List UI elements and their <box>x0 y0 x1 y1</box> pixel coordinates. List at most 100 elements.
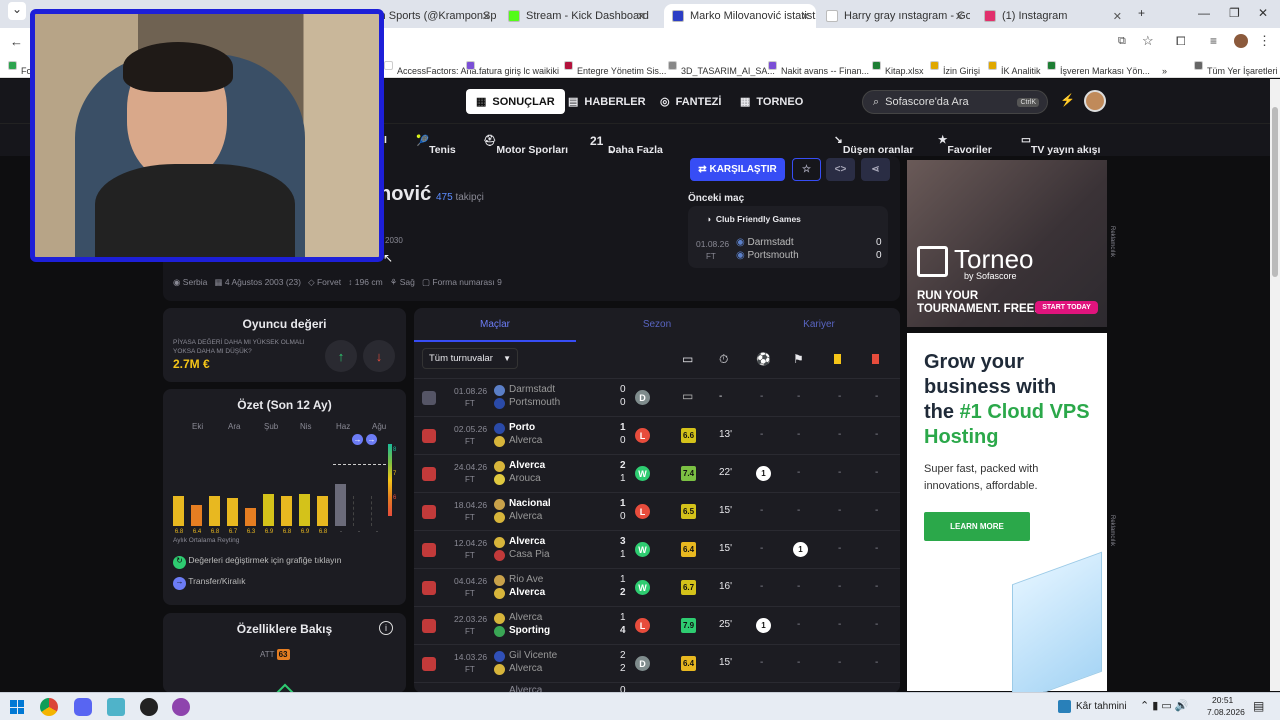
embed-code-button[interactable]: <> <box>826 158 855 181</box>
nav-dropping-odds[interactable]: ↘ Düşen oranlar <box>834 134 913 156</box>
value-up-button[interactable]: ↑ <box>325 340 357 372</box>
favorite-star-button[interactable]: ☆ <box>792 158 821 181</box>
share-button[interactable]: ⋖ <box>861 158 890 181</box>
new-tab-button[interactable]: + <box>1138 6 1145 20</box>
tab-close-icon[interactable]: ✕ <box>1113 10 1122 23</box>
bookmark-item[interactable]: İşveren Markası Yön... <box>1047 61 1150 76</box>
tab-close-icon[interactable]: ✕ <box>482 10 491 23</box>
rating-bar[interactable] <box>245 508 256 526</box>
tab-close-icon[interactable]: ✕ <box>955 10 964 23</box>
rating-bar[interactable] <box>263 494 274 526</box>
nav-sonuclar[interactable]: ▦ SONUÇLAR <box>466 89 565 114</box>
twitch-app-icon[interactable] <box>172 698 190 716</box>
tab-sezon[interactable]: Sezon <box>576 319 738 330</box>
tab-close-icon[interactable]: ✕ <box>801 10 810 23</box>
clock-date[interactable]: 7.08.2026 <box>1207 707 1245 717</box>
match-row[interactable]: 02.05.26 FT Porto Alverca 1 0 L 6.6 13' - - - - <box>414 416 900 454</box>
bookmark-item[interactable]: Kitap.xlsx <box>872 61 924 76</box>
transfer-marker-icon[interactable]: → <box>366 434 377 445</box>
chrome-icon[interactable] <box>40 698 58 716</box>
prev-match-card[interactable]: ◑ Club Friendly Games 01.08.26 FT ◉ Darm… <box>688 206 888 268</box>
search-input[interactable]: ⌕ Sofascore'da Ara CtrlK <box>862 90 1048 114</box>
browser-tab[interactable]: Marko Milovanović istatistikleri✕ <box>664 4 816 28</box>
bookmark-item[interactable]: İK Analitik <box>988 61 1041 76</box>
rating-bar[interactable] <box>191 505 202 526</box>
bookmark-item[interactable]: fatura giriş lc waikiki <box>466 61 559 76</box>
bookmark-item[interactable]: AccessFactors: Ana... <box>384 61 484 76</box>
notification-icon[interactable]: ▤ <box>1253 699 1264 713</box>
profile-avatar[interactable] <box>1234 34 1248 48</box>
discord-icon[interactable] <box>74 698 92 716</box>
nav-sonuclar-label: SONUÇLAR <box>492 95 555 108</box>
reading-list-icon[interactable]: ≡ <box>1210 34 1217 48</box>
tray-icons[interactable]: ⌃ ▮ ▭ 🔊 <box>1140 699 1189 712</box>
bookmark-item[interactable]: İzin Girişi <box>930 61 980 76</box>
torneo-cta-button[interactable]: START TODAY <box>1035 301 1098 314</box>
nav-torneo[interactable]: ▦ TORNEO <box>730 89 813 114</box>
browser-tab[interactable]: Harry gray ınstagram - Google✕ <box>818 4 970 28</box>
torneo-ad[interactable]: Torneo by Sofascore RUN YOUR TOURNAMENT.… <box>907 160 1107 327</box>
transfer-marker-icon[interactable]: → <box>352 434 363 445</box>
app-icon[interactable] <box>107 698 125 716</box>
tab-search-button[interactable]: ⌄ <box>8 2 26 20</box>
nav-fantezi[interactable]: ◎ FANTEZİ <box>650 89 731 114</box>
match-row[interactable]: 22.03.26 FT Alverca Sporting 1 4 L 7.9 25' 1 - - - <box>414 606 900 644</box>
rating-bar-empty[interactable] <box>371 496 382 526</box>
back-icon[interactable]: ← <box>10 34 23 49</box>
close-window-icon[interactable]: ✕ <box>1258 6 1268 20</box>
nav-motorsport[interactable]: ⛑ Motor Sporları <box>483 134 568 156</box>
bookmark-item[interactable]: Entegre Yönetim Sis... <box>564 61 666 76</box>
match-row[interactable]: 04.04.26 FT Rio Ave Alverca 1 2 W 6.7 16' - - - - <box>414 568 900 606</box>
rating-bar-empty[interactable] <box>353 496 364 526</box>
windows-start-icon[interactable] <box>10 700 24 714</box>
browser-tab[interactable]: (1) Instagram ✕ <box>976 4 1128 28</box>
tab-close-icon[interactable]: ✕ <box>637 10 646 23</box>
rating-bar[interactable] <box>173 496 184 526</box>
info-icon[interactable]: i <box>379 621 393 635</box>
nav-tennis[interactable]: 🎾 Tenis <box>416 134 456 156</box>
nav-favorites[interactable]: ★ Favoriler <box>938 134 992 156</box>
rating-bar-empty[interactable] <box>335 484 346 526</box>
match-row[interactable]: 12.04.26 FT Alverca Casa Pia 3 1 W 6.4 15' -1- - <box>414 530 900 568</box>
maximize-icon[interactable]: ❐ <box>1229 6 1240 20</box>
nav-tv[interactable]: ▭ TV yayın akışı <box>1021 134 1100 156</box>
user-avatar[interactable] <box>1084 90 1106 112</box>
match-date: 14.03.26 <box>454 652 488 662</box>
value-down-button[interactable]: ↓ <box>363 340 395 372</box>
bookmark-item[interactable]: Nakit avans -- Finan... <box>768 61 869 76</box>
page-scrollbar[interactable] <box>1270 79 1280 691</box>
vps-ad[interactable]: Grow your business with the #1 Cloud VPS… <box>907 333 1107 705</box>
tournament-filter-select[interactable]: Tüm turnuvalar ▼ <box>422 348 518 369</box>
vps-cta-button[interactable]: LEARN MORE <box>924 512 1030 541</box>
rating-bar[interactable] <box>317 496 328 526</box>
browser-tab[interactable]: Stream - Kick Dashboard ✕ <box>500 4 652 28</box>
nav-haberler[interactable]: ▤ HABERLER <box>558 89 656 114</box>
rating-bar[interactable] <box>209 496 220 526</box>
match-row[interactable]: 24.04.26 FT Alverca Arouca 2 1 W 7.4 22' 1- - - <box>414 454 900 492</box>
rating-bar[interactable] <box>281 496 292 526</box>
match-row[interactable]: 01.08.26 FT Darmstadt Portsmouth 0 0 D ▭ - - - - - <box>414 378 900 416</box>
cast-icon[interactable]: ⧉ <box>1118 35 1126 48</box>
rating-chart[interactable]: → → <box>173 434 397 526</box>
search-icon: ⌕ <box>873 95 880 108</box>
match-row[interactable]: 14.03.26 FT Gil Vicente Alverca 2 2 D 6.4 15' - - -… <box>414 644 900 682</box>
bookmark-item[interactable]: Tüm Yer İşaretleri <box>1194 61 1278 76</box>
minimize-icon[interactable]: — <box>1198 6 1210 20</box>
clock-time[interactable]: 20:51 <box>1212 695 1233 705</box>
lightning-icon[interactable]: ⚡ <box>1060 93 1075 107</box>
tab-kariyer[interactable]: Kariyer <box>738 319 900 330</box>
rating-bar[interactable] <box>227 498 238 526</box>
scrollbar-thumb[interactable] <box>1272 107 1278 277</box>
bookmark-item[interactable]: Fo <box>8 61 32 76</box>
tab-maclar[interactable]: Maçlar <box>414 319 576 330</box>
match-row[interactable]: 18.04.26 FT Nacional Alverca 1 0 L 6.5 15' - - - - <box>414 492 900 530</box>
extensions-icon[interactable]: ⧠ <box>1176 34 1186 49</box>
menu-icon[interactable]: ⋮ <box>1258 33 1271 49</box>
obs-icon[interactable] <box>140 698 158 716</box>
weather-label[interactable]: Kâr tahmini <box>1076 701 1127 712</box>
compare-button[interactable]: ⇄ KARŞILAŞTIR <box>690 158 785 181</box>
rating-bar[interactable] <box>299 494 310 526</box>
bookmark-item[interactable]: 3D_TASARIM_AI_SA... <box>668 61 775 76</box>
bookmark-star-icon[interactable]: ☆ <box>1142 33 1154 49</box>
weather-icon[interactable] <box>1058 700 1071 713</box>
